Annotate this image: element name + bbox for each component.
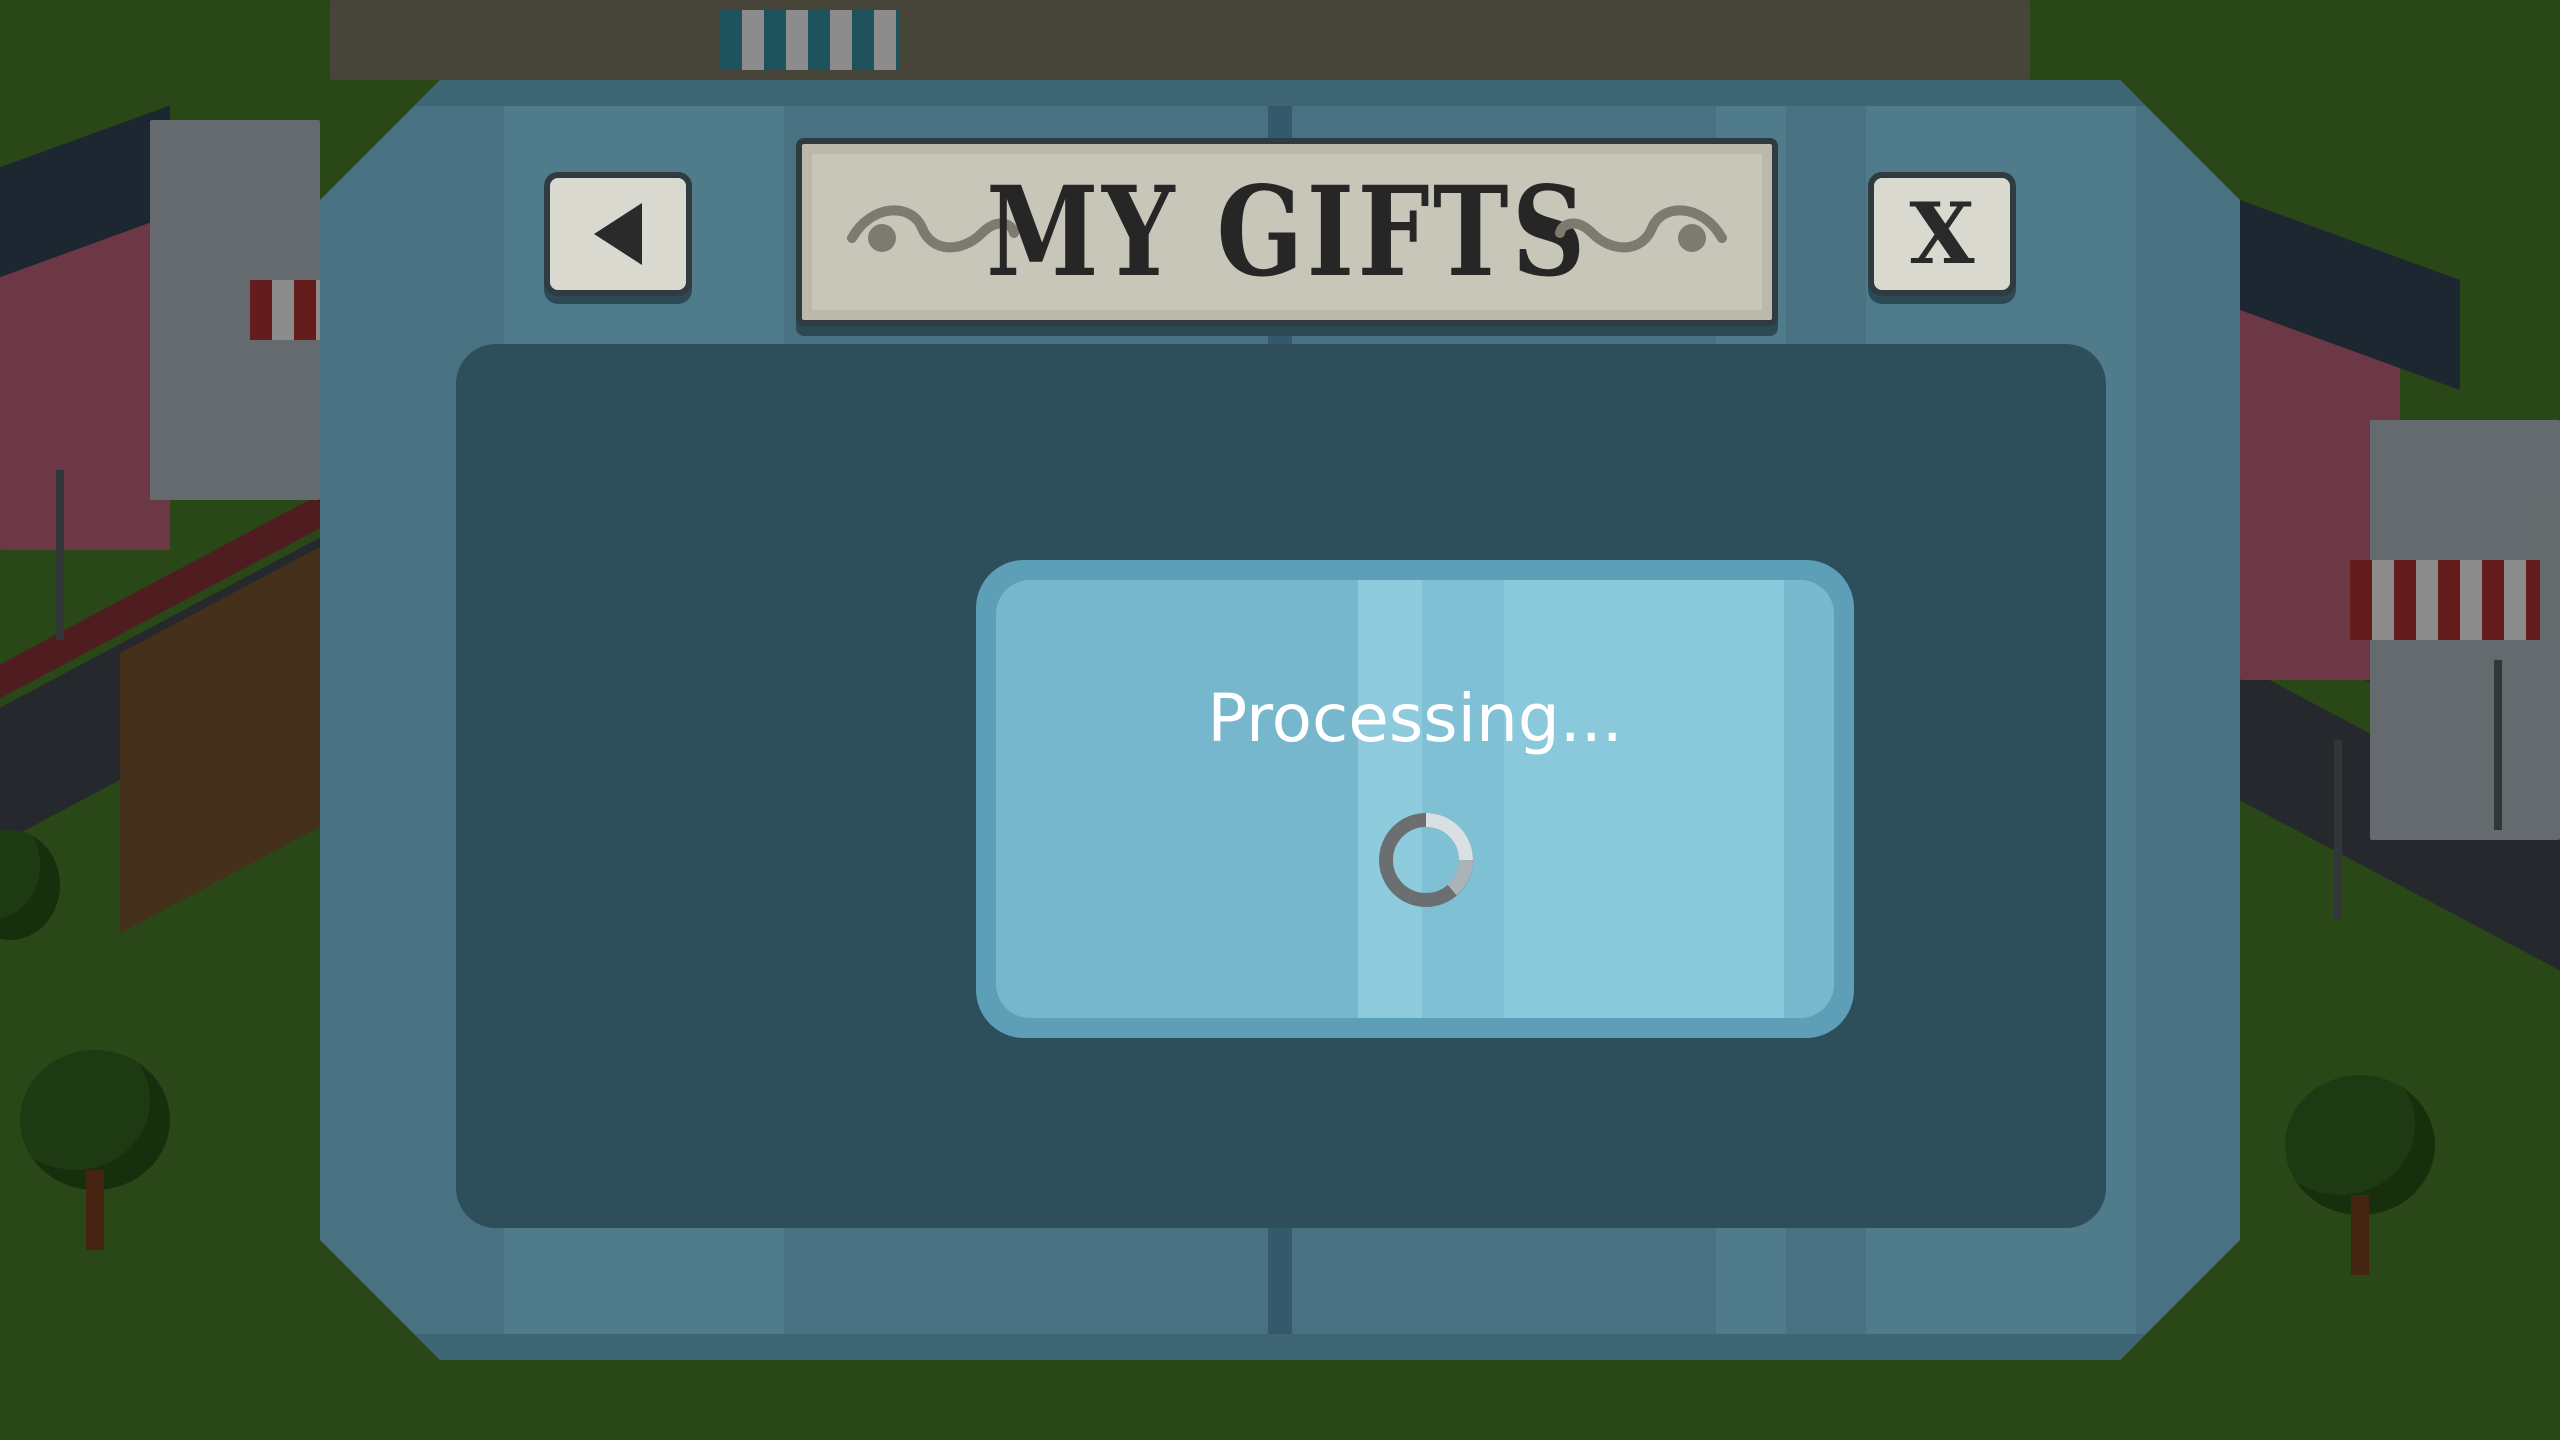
loading-spinner-icon <box>1379 813 1473 907</box>
close-icon: X <box>1909 184 1975 283</box>
gifts-content-panel: Processing... <box>456 344 2106 1228</box>
processing-box-inner: Processing... <box>996 580 1834 1018</box>
dialog-bottom-edge <box>320 1334 2240 1360</box>
highlight-band <box>1504 580 1784 1018</box>
decorative-swirl-right-icon <box>1555 205 1727 253</box>
back-button[interactable] <box>544 172 692 296</box>
dialog-top-edge <box>320 80 2240 106</box>
highlight-band <box>1358 580 1422 1018</box>
back-arrow-icon <box>594 203 642 265</box>
dialog-title: MY GIFTS <box>985 159 1589 305</box>
title-plaque: MY GIFTS <box>796 138 1778 326</box>
processing-box: Processing... <box>976 560 1854 1038</box>
close-button[interactable]: X <box>1868 172 2016 296</box>
highlight-band <box>1784 580 1834 1018</box>
my-gifts-dialog: MY GIFTS X Processing... <box>320 80 2240 1360</box>
processing-message: Processing... <box>1207 680 1623 757</box>
highlight-band <box>1422 580 1504 1018</box>
